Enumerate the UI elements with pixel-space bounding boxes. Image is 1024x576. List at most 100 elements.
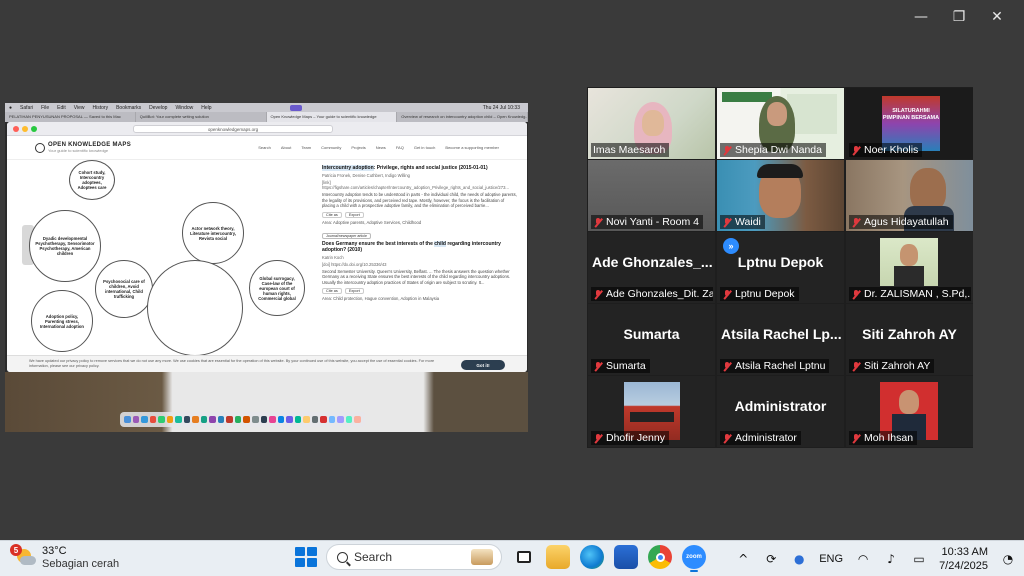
- safari-browser-window: openknowledgemaps.org OPEN KNOWLEDGE MAP…: [7, 122, 527, 372]
- participant-display-name: Administrator: [734, 398, 827, 414]
- mac-menu-item: Edit: [57, 104, 66, 111]
- app-icon: [277, 416, 285, 423]
- result-area: Area: Adoptive parents, Adoptive Service…: [322, 219, 422, 225]
- app-icon: [217, 416, 225, 423]
- participant-name-label: Siti Zahroh AY: [849, 359, 935, 373]
- participant-tile[interactable]: » Lptnu Depok Lptnu Depok: [717, 232, 844, 303]
- system-clock[interactable]: 10:33 AM 7/24/2025: [939, 545, 988, 573]
- restore-button[interactable]: ❐: [940, 6, 978, 28]
- app-icon: [354, 416, 361, 423]
- participant-tile[interactable]: Dr. ZALISMAN , S.Pd,...: [846, 232, 973, 303]
- participant-name-label: Waidi: [720, 215, 765, 229]
- mic-muted-icon: [722, 217, 732, 228]
- notification-bell-icon[interactable]: ◔: [1000, 551, 1016, 567]
- participant-tile[interactable]: Agus Hidayatullah: [846, 160, 973, 231]
- participant-name-label: Shepia Dwi Nanda: [720, 143, 826, 157]
- okm-nav-item: Community: [321, 145, 342, 150]
- result-authors: Katrin Koch: [322, 254, 344, 260]
- clock-date: 7/24/2025: [939, 560, 988, 572]
- mic-muted-icon: [722, 289, 732, 300]
- result-authors: Patricia Fronek, Denise Cuthbert, Indigo…: [322, 173, 410, 178]
- weather-widget[interactable]: 5 33°C Sebagian cerah: [10, 544, 119, 571]
- okm-nav-item: FAQ: [395, 145, 404, 150]
- participant-gallery: Imas Maesaroh Shepia Dwi Nanda SILATURAH…: [587, 87, 973, 448]
- language-indicator[interactable]: ENG: [819, 553, 843, 565]
- cite-button[interactable]: Cite as: [322, 288, 342, 294]
- result-abstract: Intercountry adoption tends to be unders…: [322, 192, 517, 208]
- export-button[interactable]: Export: [344, 211, 364, 218]
- file-explorer-icon[interactable]: [546, 545, 570, 569]
- sync-icon[interactable]: ⟳: [763, 551, 779, 567]
- virtual-background-banner: [722, 92, 772, 102]
- participant-tile[interactable]: Ade Ghonzales_... Ade Ghonzales_Dit. Za.…: [588, 232, 715, 303]
- participant-tile[interactable]: Dhofir Jenny: [588, 376, 715, 447]
- export-button[interactable]: Export: [344, 288, 364, 294]
- participant-name-label: Ade Ghonzales_Dit. Za...: [591, 287, 713, 301]
- participant-tile[interactable]: Moh Ihsan: [846, 376, 973, 447]
- search-icon: [337, 551, 348, 563]
- participant-name-label: Administrator: [720, 431, 801, 445]
- participant-tile[interactable]: Sumarta Sumarta: [588, 304, 715, 375]
- chevron-up-icon[interactable]: ^: [735, 551, 751, 567]
- cookie-accept-button[interactable]: Got it!: [461, 360, 505, 370]
- weather-temperature: 33°C: [42, 545, 67, 557]
- participant-name-label: Moh Ihsan: [849, 431, 918, 445]
- knowledge-map: Cohort study, Intercountry adoptees, Ado…: [7, 160, 307, 356]
- safari-tab-bar: PELATIHAN PENYUSUNAN PROPOSAL — Saved to…: [5, 112, 528, 122]
- url-bar: openknowledgemaps.org: [133, 124, 333, 133]
- traffic-lights: [13, 125, 37, 132]
- mic-muted-icon: [851, 433, 861, 444]
- result-title[interactable]: Intercountry adoption: Privilege, rights…: [322, 165, 517, 171]
- taskbar-search[interactable]: Search: [326, 544, 502, 570]
- safari-tab: PELATIHAN PENYUSUNAN PROPOSAL — Saved to…: [5, 112, 136, 122]
- person-face: [899, 390, 919, 414]
- partly-sunny-icon: 5: [10, 544, 36, 569]
- participant-tile[interactable]: Administrator Administrator: [717, 376, 844, 447]
- battery-icon[interactable]: ▭: [911, 551, 927, 567]
- apple-icon: ●: [9, 104, 13, 111]
- participant-tile[interactable]: Novi Yanti - Room 4: [588, 160, 715, 231]
- mic-muted-icon: [722, 361, 732, 372]
- result-item[interactable]: Journal/newspaper article Does Germany e…: [322, 232, 517, 301]
- app-icon: [303, 416, 310, 423]
- volume-icon[interactable]: ♪: [883, 551, 899, 567]
- microsoft-store-icon[interactable]: [614, 545, 638, 569]
- participant-name-label: Atsila Rachel Lptnu: [720, 359, 830, 373]
- participant-tile[interactable]: Waidi: [717, 160, 844, 231]
- mic-muted-icon: [722, 433, 732, 444]
- zoom-share-indicator: [289, 104, 302, 111]
- wifi-icon[interactable]: ◠: [855, 551, 871, 567]
- app-icon: [149, 416, 157, 423]
- result-link[interactable]: [doi] https://dx.doi.org/10.25336/43: [322, 262, 517, 267]
- participant-tile[interactable]: Imas Maesaroh: [588, 88, 715, 159]
- shared-screen[interactable]: ● Safari File Edit View History Bookmark…: [5, 103, 528, 432]
- close-button[interactable]: ✕: [978, 6, 1016, 28]
- result-area: Area: Child protection, Hague convention…: [322, 296, 440, 301]
- windows-start-icon[interactable]: [294, 546, 317, 568]
- participant-tile[interactable]: Atsila Rachel Lp... Atsila Rachel Lptnu: [717, 304, 844, 375]
- participant-tile[interactable]: Shepia Dwi Nanda: [717, 88, 844, 159]
- task-view-icon[interactable]: [512, 545, 536, 569]
- search-results-list: Intercountry adoption: Privilege, rights…: [322, 165, 517, 335]
- edge-icon[interactable]: [580, 545, 604, 569]
- close-dot-icon: [13, 125, 19, 132]
- app-icon: [175, 416, 182, 423]
- map-bubble: Actor network theory, Literature interco…: [182, 202, 244, 264]
- participant-tile[interactable]: Siti Zahroh AY Siti Zahroh AY: [846, 304, 973, 375]
- okm-logo-icon: [35, 142, 45, 153]
- zoom-icon[interactable]: zoom: [682, 545, 706, 572]
- minimize-button[interactable]: —: [902, 6, 940, 28]
- app-icon: [192, 416, 199, 423]
- window-controls: — ❐ ✕: [902, 6, 1016, 28]
- okm-nav-item: Team: [301, 145, 312, 150]
- result-item[interactable]: Intercountry adoption: Privilege, rights…: [322, 165, 517, 225]
- result-title[interactable]: Does Germany ensure the best interests o…: [322, 240, 517, 253]
- fast-forward-icon[interactable]: »: [723, 238, 739, 254]
- participant-tile[interactable]: SILATURAHMI PIMPINAN BERSAMA Noer Kholis: [846, 88, 973, 159]
- okm-nav: Search About Team Community Projects New…: [258, 145, 499, 150]
- chrome-icon[interactable]: [648, 545, 672, 569]
- microphone-icon[interactable]: ●: [791, 551, 807, 567]
- result-link[interactable]: [link] https://figshare.com/articles/cha…: [322, 180, 517, 190]
- browser-toolbar: openknowledgemaps.org: [7, 122, 527, 136]
- cite-button[interactable]: Cite as: [322, 211, 342, 218]
